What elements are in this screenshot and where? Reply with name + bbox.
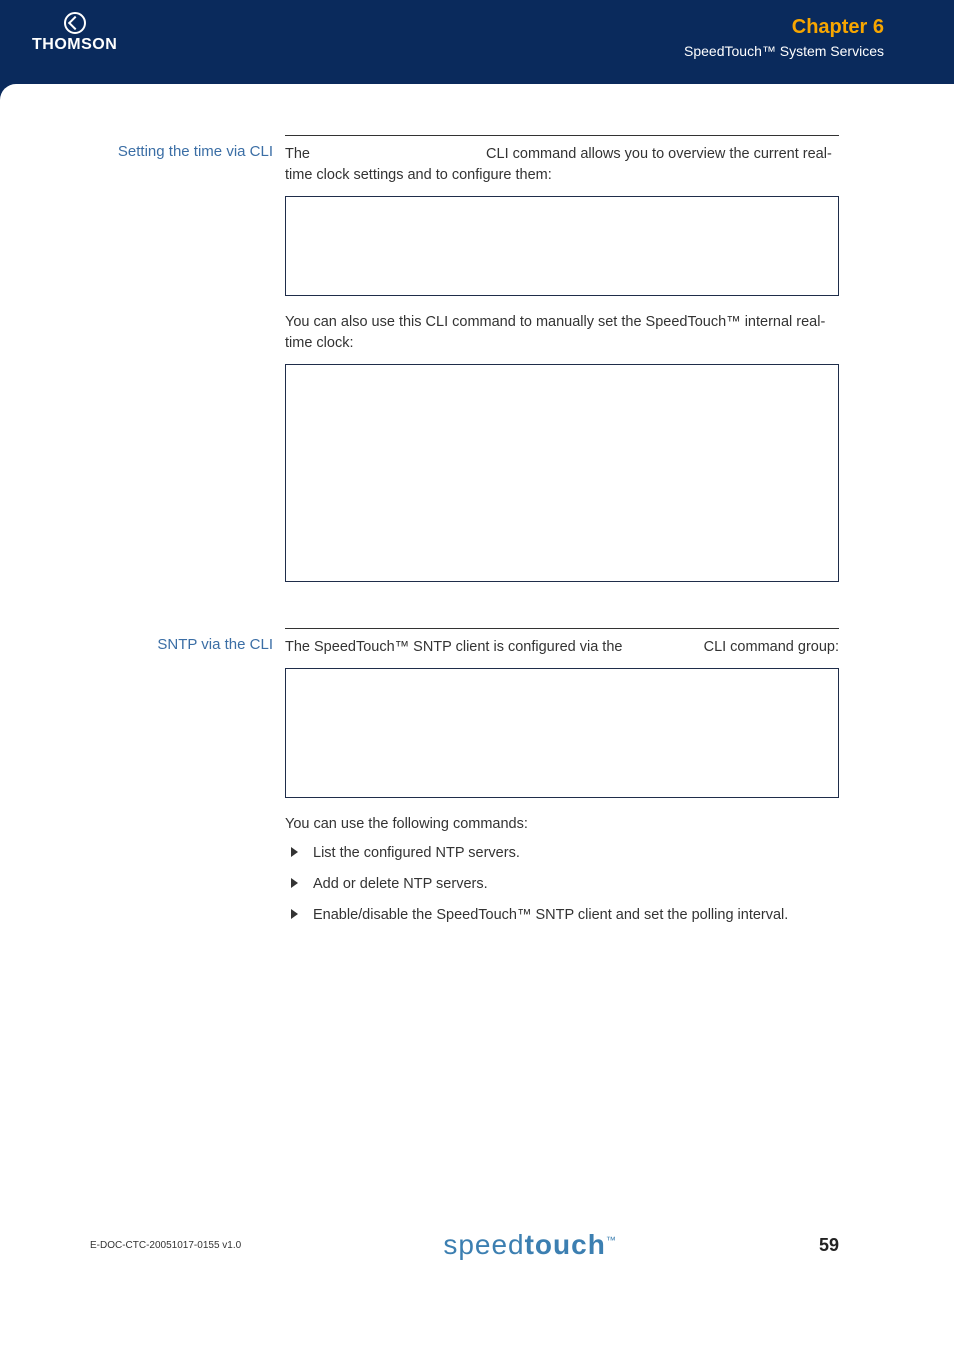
sntp-list-intro: You can use the following commands: [285, 814, 839, 835]
list-item: Enable/disable the SpeedTouch™ SNTP clie… [285, 905, 839, 926]
section-rule [285, 135, 839, 136]
chapter-label: Chapter 6 [684, 16, 884, 39]
section-body-setting-time: The CLI command allows you to overview t… [285, 135, 839, 598]
sntp-paragraph-1: The SpeedTouch™ SNTP client is configure… [285, 637, 839, 658]
triangle-icon [291, 909, 298, 919]
code-box [285, 364, 839, 582]
command-list: List the configured NTP servers. Add or … [285, 843, 839, 926]
section-setting-time: Setting the time via CLI The CLI command… [90, 135, 839, 598]
set-time-paragraph-1: The CLI command allows you to overview t… [285, 144, 839, 186]
text-fragment: CLI command group: [704, 637, 839, 658]
text-fragment: CLI command allows you to overview the c… [285, 146, 832, 183]
section-title-setting-time: Setting the time via CLI [90, 135, 285, 160]
document-id: E-DOC-CTC-20051017-0155 v1.0 [90, 1240, 241, 1251]
list-item-desc: Add or delete NTP servers. [313, 874, 839, 895]
list-item: Add or delete NTP servers. [285, 874, 839, 895]
brand-bold: touch [525, 1229, 606, 1260]
text-fragment: The [285, 146, 314, 162]
content-area: Setting the time via CLI The CLI command… [0, 135, 954, 936]
section-title-sntp: SNTP via the CLI [90, 628, 285, 653]
page-footer: E-DOC-CTC-20051017-0155 v1.0 speedtouch™… [0, 1229, 954, 1261]
section-sntp: SNTP via the CLI The SpeedTouch™ SNTP cl… [90, 628, 839, 936]
brand-thin: speed [443, 1229, 524, 1260]
chapter-subtitle: SpeedTouch™ System Services [684, 43, 884, 59]
product-brand: speedtouch™ [443, 1229, 617, 1261]
list-item: List the configured NTP servers. [285, 843, 839, 864]
section-rule [285, 628, 839, 629]
text-fragment: The SpeedTouch™ SNTP client is configure… [285, 637, 622, 658]
code-box [285, 196, 839, 296]
header-titles: Chapter 6 SpeedTouch™ System Services [684, 16, 884, 59]
page-number: 59 [819, 1235, 839, 1256]
brand-logo-icon [64, 12, 86, 34]
list-item-desc: Enable/disable the SpeedTouch™ SNTP clie… [313, 905, 839, 926]
code-box [285, 668, 839, 798]
brand-logo-text: THOMSON [32, 36, 117, 54]
header-bar: THOMSON Chapter 6 SpeedTouch™ System Ser… [0, 0, 954, 84]
corner-decoration [0, 84, 16, 100]
brand-logo: THOMSON [32, 12, 117, 54]
list-item-desc: List the configured NTP servers. [313, 843, 839, 864]
set-time-paragraph-2: You can also use this CLI command to man… [285, 312, 839, 354]
triangle-icon [291, 847, 298, 857]
triangle-icon [291, 878, 298, 888]
brand-tm: ™ [606, 1236, 617, 1247]
section-body-sntp: The SpeedTouch™ SNTP client is configure… [285, 628, 839, 936]
